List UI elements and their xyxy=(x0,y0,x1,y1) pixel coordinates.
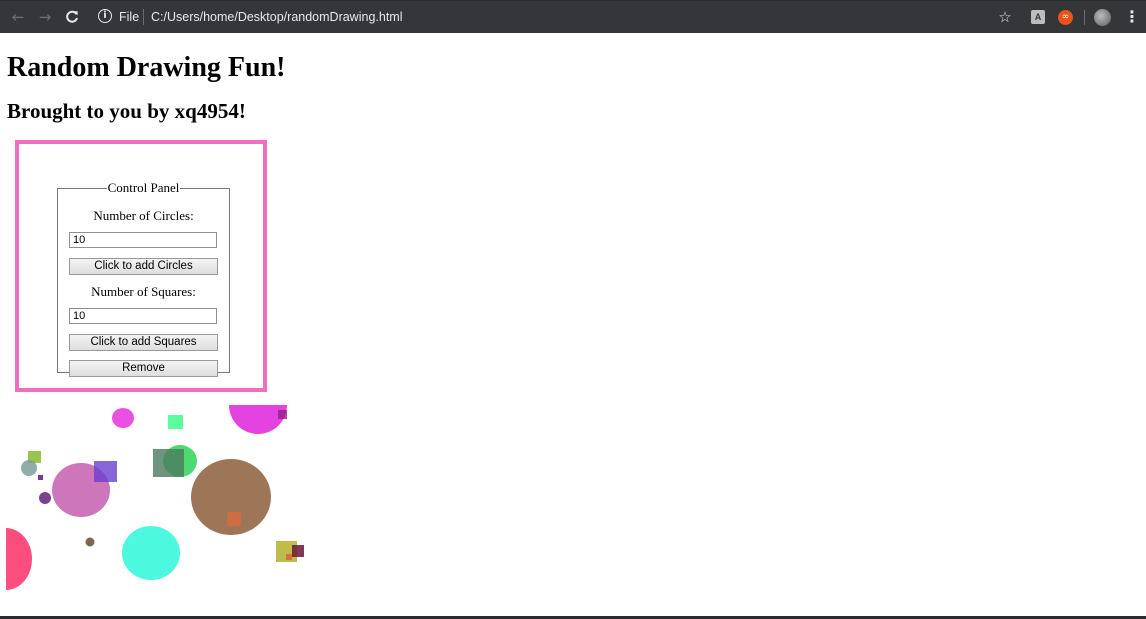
add-squares-button[interactable]: Click to add Squares xyxy=(69,334,218,351)
circle-shape xyxy=(85,537,95,547)
circle-shape xyxy=(122,526,180,580)
control-panel-container: Control Panel Number of Circles: Click t… xyxy=(15,140,267,392)
circle-shape xyxy=(21,460,37,476)
menu-icon[interactable]: ⋮ xyxy=(1124,7,1140,27)
control-panel: Control Panel Number of Circles: Click t… xyxy=(57,180,230,377)
toolbar-divider xyxy=(1084,10,1085,25)
add-circles-button[interactable]: Click to add Circles xyxy=(69,258,218,275)
drawing-area xyxy=(6,405,304,590)
bookmark-star-icon[interactable]: ☆ xyxy=(995,7,1015,27)
forward-icon[interactable]: → xyxy=(35,7,55,27)
squares-count-input[interactable] xyxy=(69,308,217,324)
file-scheme-label: File xyxy=(119,10,140,24)
square-shape xyxy=(38,475,43,480)
remove-button[interactable]: Remove xyxy=(69,360,218,377)
square-shape xyxy=(153,449,184,477)
square-shape xyxy=(227,512,241,526)
back-icon[interactable]: ← xyxy=(8,7,28,27)
extension-icon[interactable]: A xyxy=(1031,10,1045,24)
site-info-icon[interactable]: i xyxy=(98,9,112,23)
circle-shape xyxy=(6,528,32,590)
extension-icon-2[interactable]: ∞ xyxy=(1058,10,1073,25)
square-shape xyxy=(168,415,183,429)
profile-avatar-icon[interactable] xyxy=(1094,9,1111,26)
page-subtitle: Brought to you by xq4954! xyxy=(7,99,246,123)
browser-toolbar: ← → i File C:/Users/home/Desktop/randomD… xyxy=(0,0,1146,33)
circle-shape xyxy=(112,408,134,428)
circle-shape xyxy=(229,405,287,434)
square-shape xyxy=(286,554,292,560)
squares-label: Number of Squares: xyxy=(91,284,196,299)
control-panel-legend: Control Panel xyxy=(107,180,180,195)
page-title: Random Drawing Fun! xyxy=(7,52,286,83)
reload-icon[interactable] xyxy=(62,7,82,27)
square-shape xyxy=(292,545,304,557)
circles-count-input[interactable] xyxy=(69,232,217,248)
circles-label: Number of Circles: xyxy=(93,208,194,223)
square-shape xyxy=(94,461,117,482)
circle-shape xyxy=(39,492,51,504)
omnibox-divider xyxy=(143,9,144,25)
square-shape xyxy=(278,410,287,419)
address-bar[interactable]: C:/Users/home/Desktop/randomDrawing.html xyxy=(151,10,402,24)
